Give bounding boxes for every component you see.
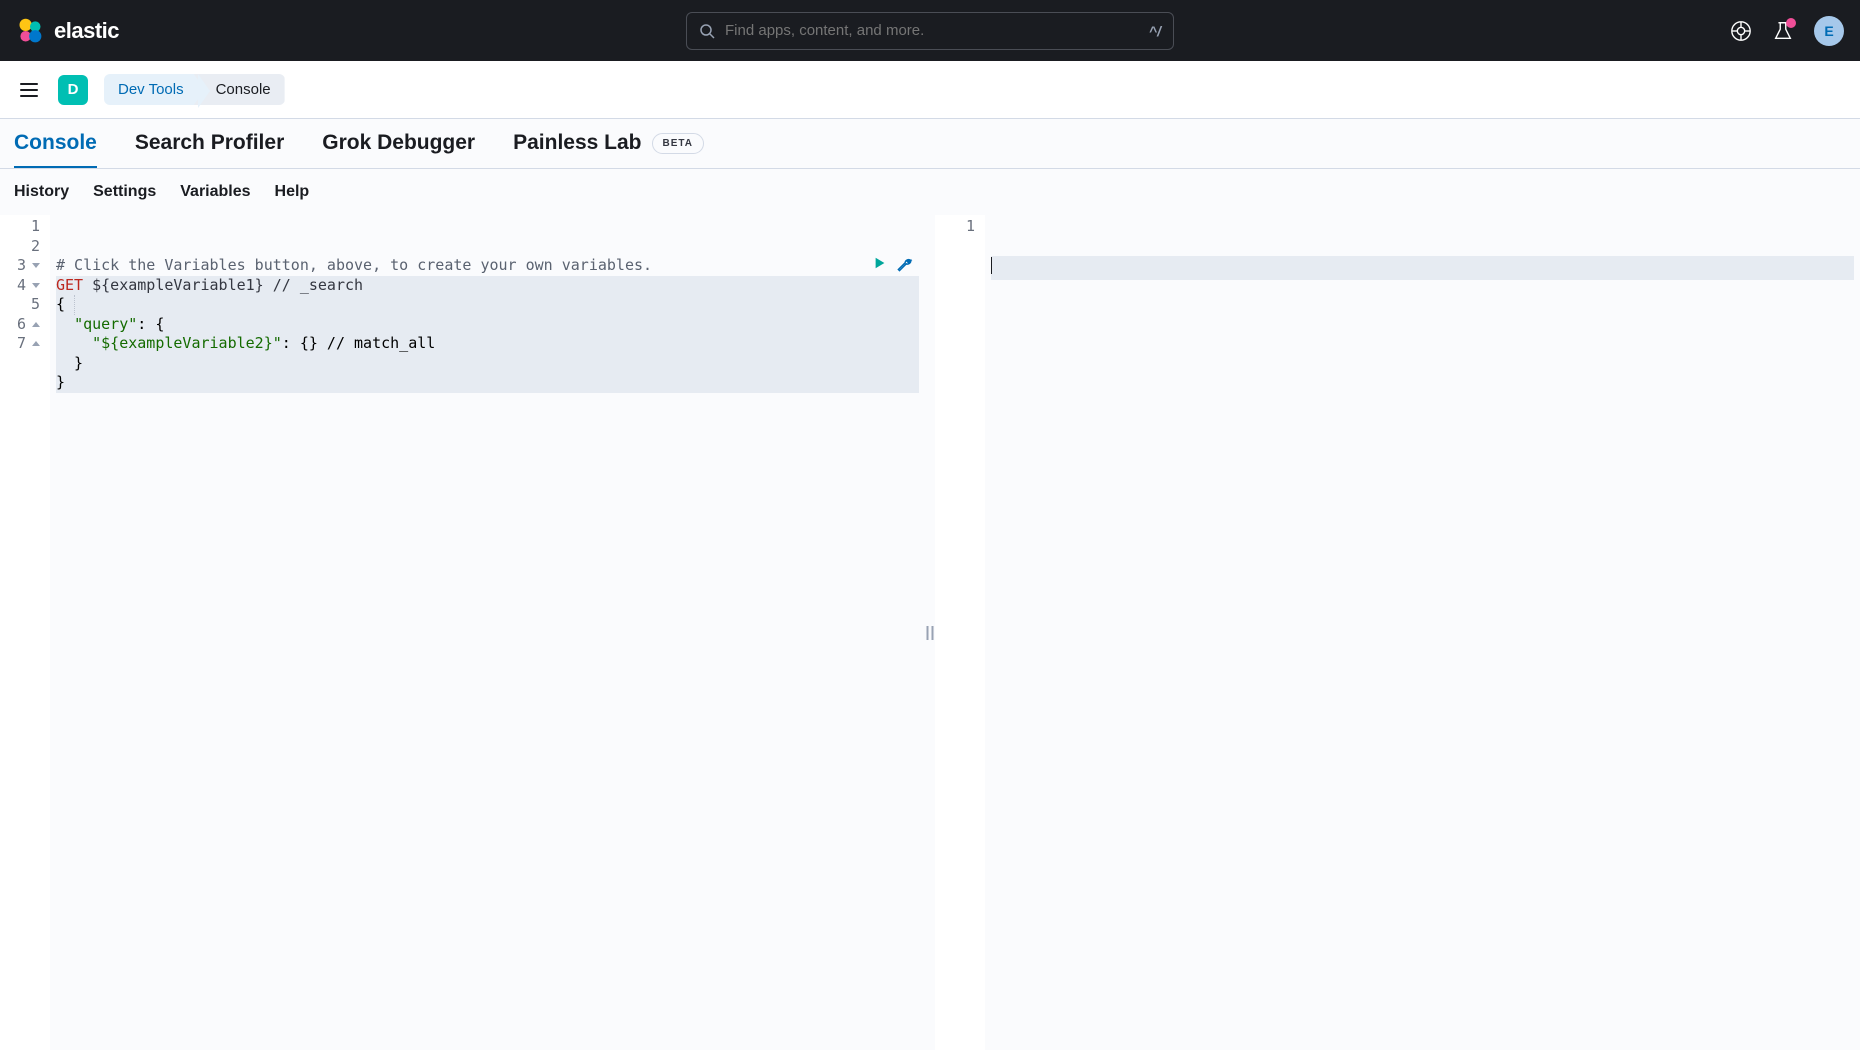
global-search[interactable]: ^/	[686, 12, 1174, 50]
global-header: elastic ^/	[0, 0, 1860, 61]
brand-text: elastic	[54, 18, 119, 44]
search-icon	[699, 23, 715, 39]
dev-tools-tabs: Console Search Profiler Grok Debugger Pa…	[0, 119, 1860, 169]
code-line: {	[56, 295, 919, 315]
nav-toggle-icon[interactable]	[16, 79, 42, 101]
code-line: }	[56, 373, 919, 393]
beta-badge: BETA	[652, 133, 704, 154]
request-gutter: 1 2 3 4 5 6 7	[0, 215, 50, 1050]
fold-icon[interactable]	[32, 283, 40, 288]
search-shortcut-hint: ^/	[1149, 23, 1161, 39]
request-editor[interactable]: # Click the Variables button, above, to …	[50, 215, 925, 1050]
avatar[interactable]: E	[1814, 16, 1844, 46]
avatar-initial: E	[1824, 23, 1833, 39]
breadcrumb: Dev Tools Console	[104, 74, 285, 105]
fold-icon[interactable]	[32, 341, 40, 346]
tab-grok-debugger[interactable]: Grok Debugger	[322, 119, 475, 168]
newsfeed-icon[interactable]	[1772, 20, 1794, 42]
console-actions: History Settings Variables Help	[0, 169, 1860, 215]
request-options-button[interactable]	[823, 236, 913, 299]
help-icon[interactable]	[1730, 20, 1752, 42]
tab-console[interactable]: Console	[14, 119, 97, 168]
tab-search-profiler[interactable]: Search Profiler	[135, 119, 284, 168]
action-variables[interactable]: Variables	[180, 183, 250, 201]
fold-icon[interactable]	[32, 322, 40, 327]
header-actions: E	[1730, 16, 1844, 46]
search-input[interactable]	[725, 22, 1139, 39]
action-settings[interactable]: Settings	[93, 183, 156, 201]
tab-painless-lab[interactable]: Painless Lab BETA	[513, 131, 704, 157]
resizer-handle[interactable]	[927, 626, 934, 640]
response-editor[interactable]	[985, 215, 1860, 1050]
code-line: "query": {	[56, 315, 919, 335]
code-line: "${exampleVariable2}": {} // match_all	[56, 334, 919, 354]
request-pane: 1 2 3 4 5 6 7 # Click the Variables butt…	[0, 215, 925, 1050]
action-help[interactable]: Help	[275, 183, 310, 201]
notification-dot-icon	[1786, 18, 1796, 28]
action-history[interactable]: History	[14, 183, 69, 201]
response-gutter: 1	[935, 215, 985, 1050]
cursor-icon	[991, 257, 992, 274]
breadcrumb-bar: D Dev Tools Console	[0, 61, 1860, 119]
fold-icon[interactable]	[32, 263, 40, 268]
search-wrapper: ^/	[686, 12, 1174, 50]
breadcrumb-devtools[interactable]: Dev Tools	[104, 74, 198, 105]
app-badge[interactable]: D	[58, 75, 88, 105]
editor-container: 1 2 3 4 5 6 7 # Click the Variables butt…	[0, 215, 1860, 1050]
elastic-logo-icon	[16, 17, 44, 45]
code-line: }	[56, 354, 919, 374]
response-pane: 1	[935, 215, 1860, 1050]
code-line: GET ${exampleVariable1} // _search	[56, 276, 919, 296]
logo-section[interactable]: elastic	[16, 17, 119, 45]
code-line	[991, 256, 1854, 280]
code-line: # Click the Variables button, above, to …	[56, 256, 919, 276]
